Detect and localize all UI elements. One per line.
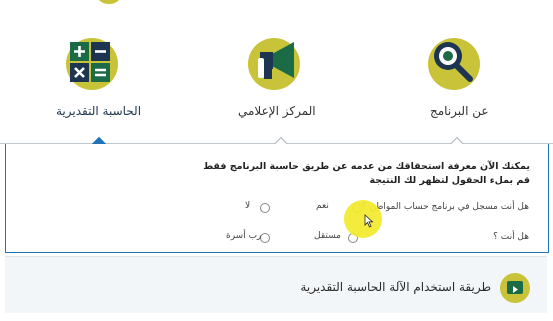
tab-about[interactable] xyxy=(428,38,480,90)
tab-calculator[interactable] xyxy=(66,38,118,90)
option-no-label: لا xyxy=(245,201,251,211)
calculator-icon xyxy=(66,38,118,90)
video-tutorial-title[interactable]: طريقة استخدام الآلة الحاسبة التقديرية xyxy=(300,280,491,294)
radio-status-family-head[interactable] xyxy=(260,233,270,243)
radio-registered-no[interactable] xyxy=(260,203,270,213)
option-independent-label: مستقل xyxy=(314,231,341,241)
question-status-label: هل أنت ؟ xyxy=(493,232,529,242)
tab-media-center[interactable] xyxy=(248,38,300,90)
play-icon xyxy=(507,281,523,294)
cursor-highlight xyxy=(344,200,382,238)
magnifier-icon xyxy=(428,38,480,90)
megaphone-icon xyxy=(248,38,300,90)
tab-media-center-label[interactable]: المركز الإعلامي xyxy=(238,104,316,118)
question-registered-label: هل أنت مسجل في برنامج حساب المواطن ؟ xyxy=(361,202,529,212)
option-family-head-label: رب أسرة xyxy=(226,231,262,241)
tab-calculator-label[interactable]: الحاسبة التقديرية xyxy=(56,104,141,118)
mouse-cursor-icon xyxy=(364,214,374,228)
decorative-shape xyxy=(96,0,122,4)
tab-about-label[interactable]: عن البرنامج xyxy=(430,104,489,118)
option-yes-label: نعم xyxy=(316,201,329,211)
form-intro-text: يمكنك الآن معرفة استحقاقك من عدمه عن طري… xyxy=(203,161,530,186)
